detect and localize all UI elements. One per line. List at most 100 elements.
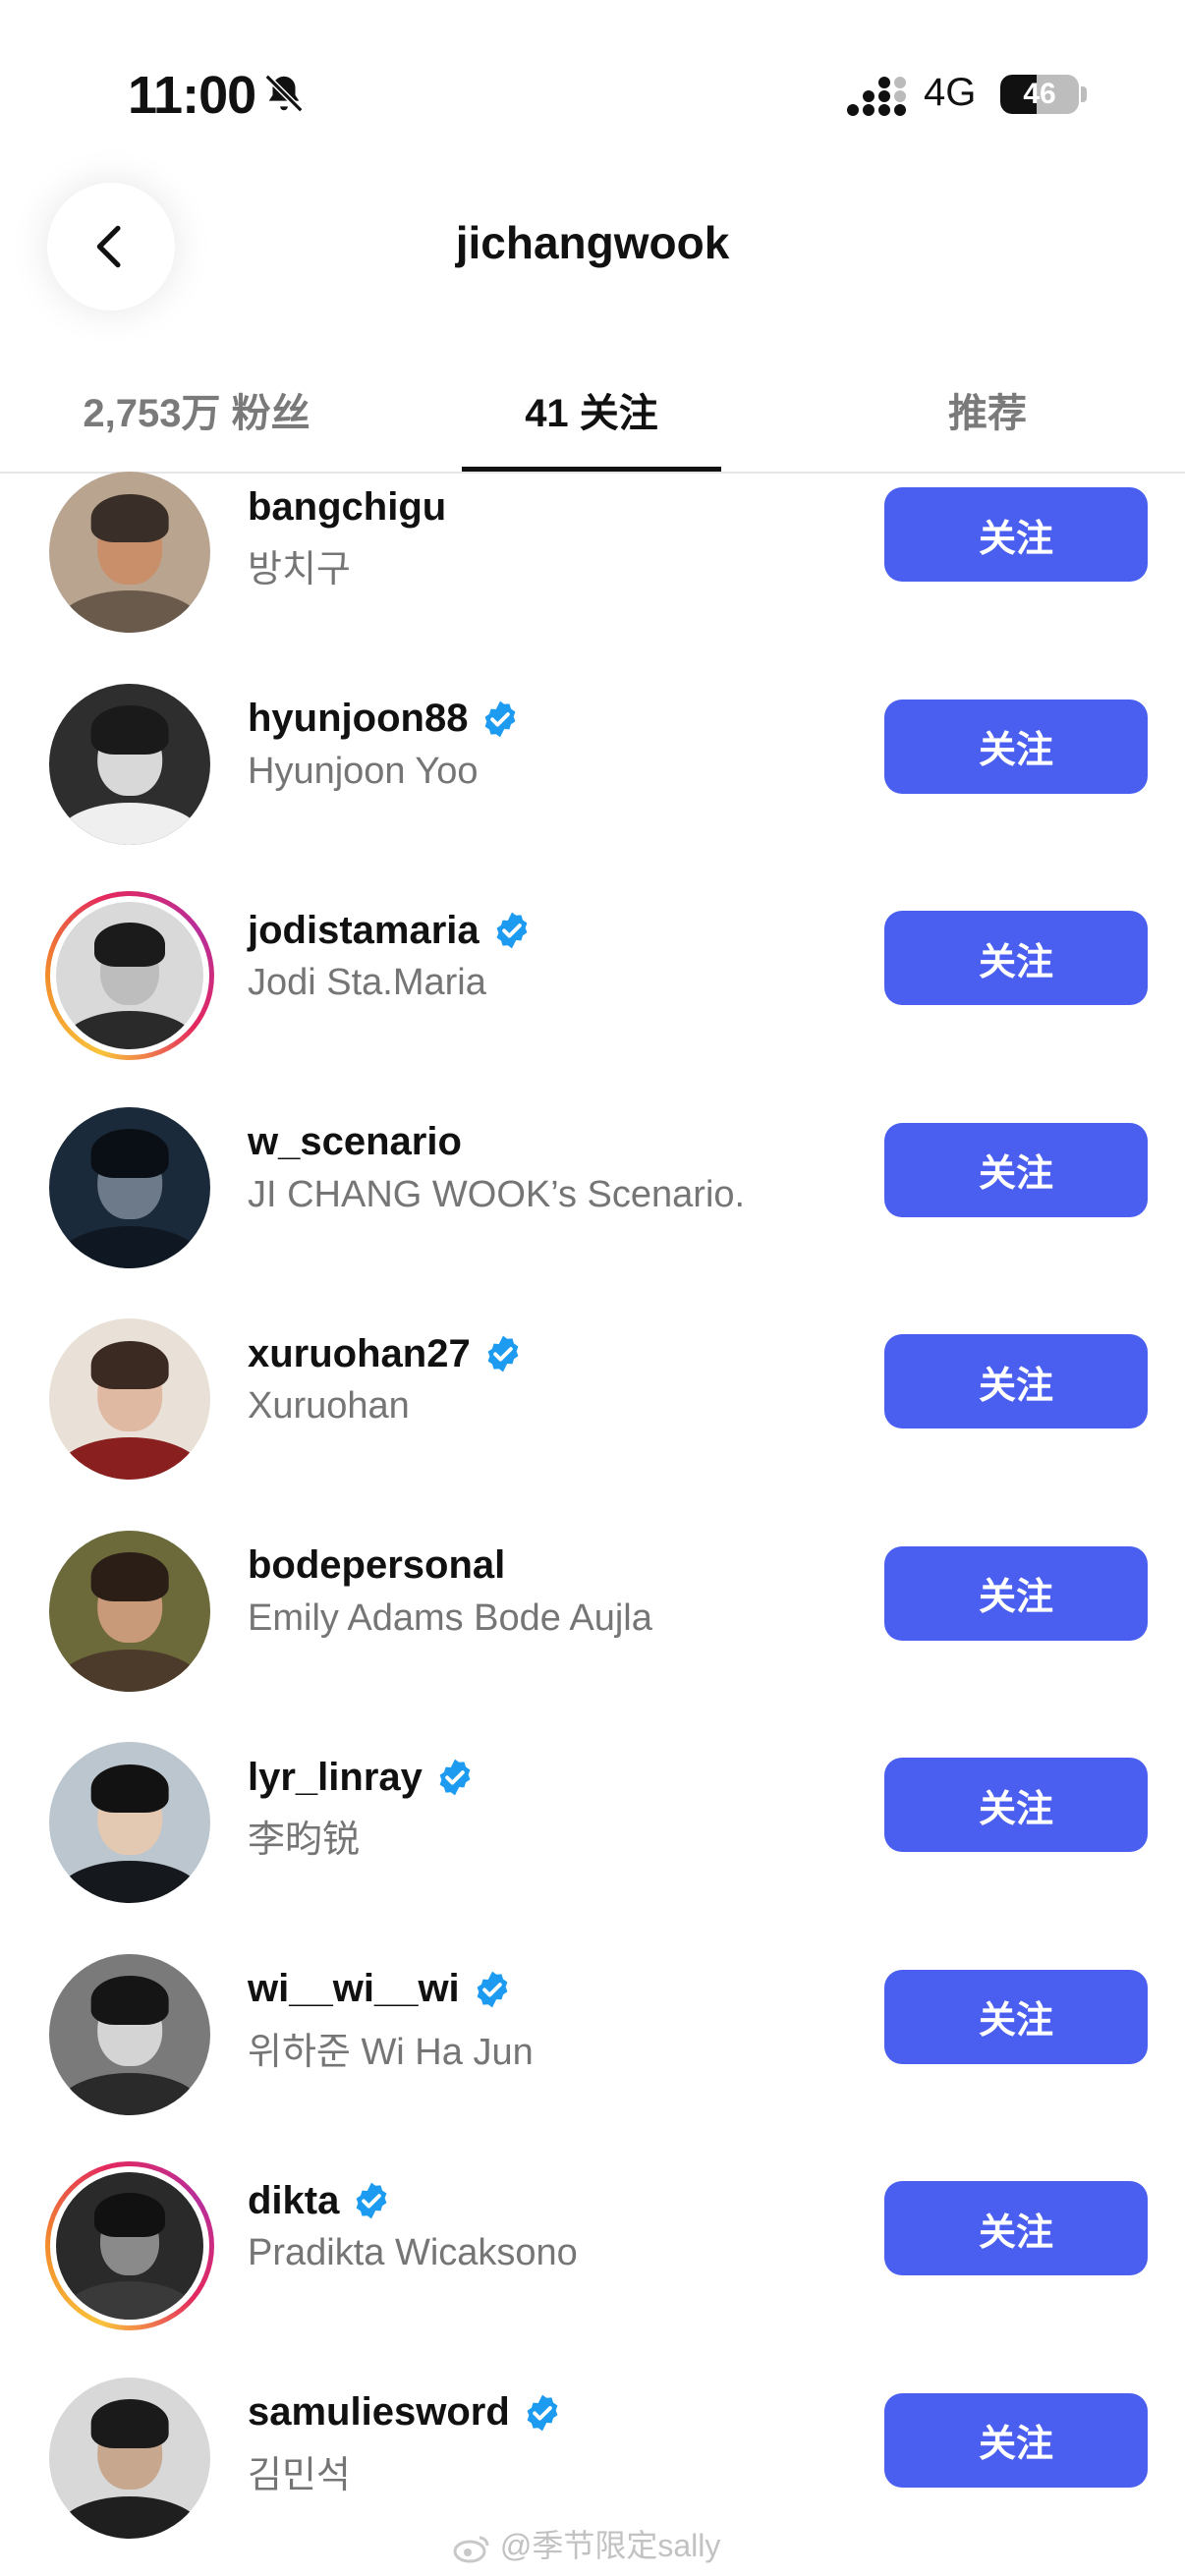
verified-badge-icon — [485, 700, 516, 737]
list-item[interactable]: w_scenario JI CHANG WOOK’s Scenario. 关注 — [0, 1103, 1185, 1316]
tab-suggested[interactable]: 推荐 — [865, 381, 1110, 472]
profile-photo — [49, 472, 210, 633]
follow-button[interactable]: 关注 — [884, 1334, 1148, 1428]
watermark-text: @季节限定sally — [499, 2528, 721, 2563]
full-name: JI CHANG WOOK’s Scenario. — [248, 1173, 746, 1215]
list-item[interactable]: bodepersonal Emily Adams Bode Aujla 关注 — [0, 1527, 1185, 1739]
avatar[interactable] — [45, 472, 214, 637]
battery-icon: 46 — [1000, 75, 1079, 114]
username: lyr_linray — [248, 1752, 476, 1803]
full-name: 李昀锐 — [248, 1820, 361, 1861]
bell-muted-icon — [264, 74, 304, 113]
user-names[interactable]: xuruohan27 Xuruohan — [248, 1328, 524, 1428]
user-names[interactable]: bodepersonal Emily Adams Bode Aujla — [248, 1540, 652, 1640]
username: bangchigu — [248, 481, 446, 532]
follow-button[interactable]: 关注 — [884, 2181, 1148, 2275]
profile-tabs: 2,753万 粉丝 41 关注 推荐 — [0, 364, 1185, 474]
username-text: xuruohan27 — [248, 1331, 471, 1375]
page-title: jichangwook — [455, 217, 730, 268]
list-item[interactable]: hyunjoon88 Hyunjoon Yoo 关注 — [0, 680, 1185, 892]
profile-photo — [49, 1953, 210, 2115]
full-name: Jodi Sta.Maria — [248, 962, 486, 1003]
list-item[interactable]: jodistamaria Jodi Sta.Maria 关注 — [0, 891, 1185, 1103]
list-item[interactable]: dikta Pradikta Wicaksono 关注 — [0, 2161, 1185, 2374]
avatar[interactable] — [45, 891, 214, 1060]
username: hyunjoon88 — [248, 694, 521, 745]
username: jodistamaria — [248, 905, 533, 956]
weibo-logo-icon — [452, 2534, 491, 2563]
user-names[interactable]: w_scenario JI CHANG WOOK’s Scenario. — [248, 1117, 745, 1216]
profile-photo — [50, 2166, 209, 2325]
full-name: Emily Adams Bode Aujla — [248, 1596, 652, 1639]
profile-photo — [49, 1530, 210, 1692]
avatar[interactable] — [45, 1103, 214, 1272]
list-item[interactable]: wi__wi__wi 위하준 Wi Ha Jun 关注 — [0, 1950, 1185, 2162]
username: dikta — [248, 2175, 578, 2226]
follow-button[interactable]: 关注 — [884, 1122, 1148, 1217]
watermark: @季节限定sally — [452, 2521, 720, 2566]
user-names[interactable]: bangchigu 방치구 — [248, 481, 446, 592]
user-names[interactable]: hyunjoon88 Hyunjoon Yoo — [248, 694, 521, 793]
full-name: 위하준 Wi Ha Jun — [248, 2031, 534, 2073]
profile-photo — [49, 1106, 210, 1268]
username-text: hyunjoon88 — [248, 697, 469, 740]
username: wi__wi__wi — [248, 1964, 534, 2015]
follow-button[interactable]: 关注 — [884, 1969, 1148, 2064]
avatar[interactable] — [45, 680, 214, 849]
verified-badge-icon — [496, 912, 528, 949]
avatar[interactable] — [45, 2374, 214, 2543]
user-names[interactable]: dikta Pradikta Wicaksono — [248, 2175, 578, 2274]
avatar[interactable] — [45, 2161, 214, 2330]
full-name: Xuruohan — [248, 1385, 410, 1427]
username-text: jodistamaria — [248, 908, 480, 952]
username-text: wi__wi__wi — [248, 1967, 460, 2010]
battery-cap — [1081, 86, 1087, 102]
list-item[interactable]: bangchigu 방치구 关注 — [0, 472, 1185, 680]
username-text: bangchigu — [248, 484, 447, 529]
network-type: 4G — [924, 71, 977, 114]
username-text: w_scenario — [248, 1120, 462, 1163]
list-item[interactable]: xuruohan27 Xuruohan 关注 — [0, 1315, 1185, 1527]
list-item[interactable]: lyr_linray 李昀锐 关注 — [0, 1738, 1185, 1950]
username: w_scenario — [248, 1117, 745, 1168]
tab-following[interactable]: 41 关注 — [462, 381, 721, 472]
follow-button[interactable]: 关注 — [884, 1545, 1148, 1641]
clock: 11:00 — [128, 66, 256, 125]
username: xuruohan27 — [248, 1328, 524, 1379]
cellular-signal-icon — [847, 77, 906, 116]
full-name: Pradikta Wicaksono — [248, 2232, 578, 2273]
avatar[interactable] — [45, 1738, 214, 1907]
username-text: bodepersonal — [248, 1543, 506, 1587]
follow-button[interactable]: 关注 — [884, 2392, 1148, 2488]
avatar[interactable] — [45, 1315, 214, 1484]
status-bar: 11:00 4G 46 — [0, 0, 1185, 187]
avatar[interactable] — [45, 1950, 214, 2119]
profile-photo — [49, 683, 210, 845]
user-names[interactable]: lyr_linray 李昀锐 — [248, 1752, 476, 1863]
username-text: dikta — [248, 2178, 340, 2222]
user-names[interactable]: samuliesword 김민석 — [248, 2387, 563, 2498]
avatar[interactable] — [45, 1527, 214, 1696]
tab-followers[interactable]: 2,753万 粉丝 — [39, 381, 354, 472]
profile-photo — [50, 896, 209, 1055]
verified-badge-icon — [527, 2394, 558, 2431]
username-text: lyr_linray — [248, 1755, 423, 1799]
profile-photo — [49, 1318, 210, 1480]
username: samuliesword — [248, 2387, 563, 2438]
follow-button[interactable]: 关注 — [884, 1758, 1148, 1852]
username: bodepersonal — [248, 1540, 652, 1592]
user-names[interactable]: wi__wi__wi 위하준 Wi Ha Jun — [248, 1964, 534, 2075]
full-name: 김민석 — [248, 2454, 351, 2496]
follow-button[interactable]: 关注 — [884, 699, 1148, 794]
follow-button[interactable]: 关注 — [884, 911, 1148, 1005]
verified-badge-icon — [356, 2182, 387, 2219]
follow-button[interactable]: 关注 — [884, 487, 1148, 582]
verified-badge-icon — [439, 1759, 471, 1796]
full-name: 방치구 — [248, 549, 351, 590]
verified-badge-icon — [487, 1335, 519, 1372]
username-text: samuliesword — [248, 2390, 510, 2434]
following-list: bangchigu 방치구 关注 hyunjoon88 Hyunjoon Yoo… — [0, 472, 1185, 2576]
user-names[interactable]: jodistamaria Jodi Sta.Maria — [248, 905, 533, 1004]
profile-photo — [49, 1742, 210, 1903]
battery-percent: 46 — [1023, 78, 1056, 110]
